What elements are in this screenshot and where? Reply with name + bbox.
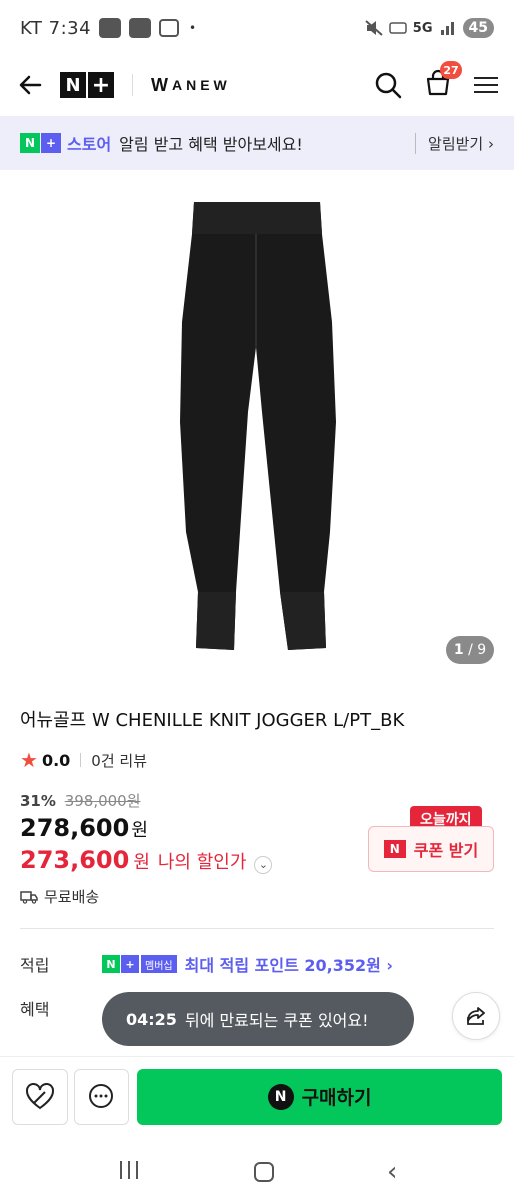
alarm-subscribe-link[interactable]: 알림받기 ›	[415, 132, 494, 154]
get-coupon-button[interactable]: N 쿠폰 받기	[368, 826, 494, 872]
system-back-icon[interactable]: ‹	[387, 1157, 397, 1187]
brand-name: ANEW	[172, 77, 231, 93]
signal-icon	[440, 22, 454, 35]
store-alarm-banner[interactable]: N + 스토어 알림 받고 혜택 받아보세요! 알림받기 ›	[0, 116, 514, 170]
notification-icon	[99, 18, 122, 38]
status-bar: KT 7:34 • 5G 45	[0, 0, 514, 56]
original-price: 398,000원	[64, 792, 141, 810]
status-right: 5G 45	[365, 18, 494, 38]
badge-plus: +	[41, 133, 61, 153]
section-divider	[20, 928, 494, 929]
mute-icon	[365, 20, 383, 36]
naver-plus-badge: N +	[20, 133, 61, 153]
brand-mark: W	[151, 74, 168, 95]
image-current: 1	[453, 642, 464, 658]
review-count: 0건 리뷰	[91, 751, 147, 770]
chat-bubble-icon	[89, 1083, 114, 1108]
search-icon[interactable]	[374, 71, 402, 99]
benefit-label: 혜택	[20, 1000, 50, 1019]
rating-separator	[80, 753, 82, 767]
bottom-action-bar: N 구매하기	[0, 1056, 514, 1136]
buy-button[interactable]: N 구매하기	[137, 1068, 502, 1125]
image-counter: 1 / 9	[446, 636, 494, 664]
more-notifications-dot: •	[189, 21, 197, 35]
star-icon: ★	[20, 748, 38, 772]
chevron-down-icon: ⌄	[254, 856, 273, 874]
rating-row[interactable]: ★ 0.0 0건 리뷰	[20, 748, 147, 772]
points-row[interactable]: 적립 N + 멤버십 최대 적립 포인트 20,352원 ›	[20, 952, 494, 976]
toast-message: 뒤에 만료되는 쿠폰 있어요!	[184, 1011, 369, 1030]
naver-n-icon: N	[383, 840, 406, 858]
eats-app-icon	[129, 18, 152, 38]
price-unit: 원	[131, 820, 148, 841]
hamburger-menu-icon[interactable]	[474, 72, 498, 98]
product-image[interactable]	[0, 172, 514, 680]
rating-score: 0.0	[41, 750, 71, 770]
cart-button[interactable]: 27	[424, 61, 462, 101]
shipping-info: 무료배송	[20, 886, 99, 907]
screenshot-icon	[159, 19, 180, 37]
my-price-value: 273,600	[20, 846, 130, 874]
store-name: 스토어	[67, 135, 112, 154]
my-discount-price[interactable]: 273,600 원 나의 할인가 ⌄	[20, 846, 273, 874]
home-icon[interactable]	[253, 1162, 274, 1182]
carrier-time: KT 7:34	[20, 17, 92, 39]
max-points-text: 최대 적립 포인트 20,352원 ›	[184, 956, 393, 975]
buy-button-label: 구매하기	[301, 1087, 372, 1109]
talk-button[interactable]	[73, 1068, 130, 1125]
banner-message: 알림 받고 혜택 받아보세요!	[119, 135, 303, 154]
naver-plus-logo[interactable]: N +	[60, 71, 114, 99]
coupon-expiry-toast: 04:25 뒤에 만료되는 쿠폰 있어요!	[102, 992, 414, 1046]
jogger-pants-image	[180, 202, 336, 650]
share-button[interactable]	[452, 992, 500, 1040]
price-value: 278,600	[20, 814, 130, 842]
share-icon	[467, 1007, 485, 1025]
naver-pay-icon: N	[267, 1083, 294, 1110]
cart-count-badge: 27	[440, 61, 462, 79]
points-label: 적립	[20, 956, 50, 975]
recent-apps-icon[interactable]	[117, 1161, 141, 1183]
logo-n: N	[60, 72, 86, 98]
badge-n: N	[20, 133, 40, 153]
discount-row: 31% 398,000원	[20, 790, 141, 811]
top-header: N + W ANEW 27	[0, 56, 514, 114]
battery-level: 45	[462, 18, 494, 38]
my-price-label: 나의 할인가	[157, 852, 247, 873]
wishlist-button[interactable]	[12, 1068, 68, 1125]
hd-icon	[389, 22, 407, 34]
shipping-label: 무료배송	[44, 888, 100, 906]
heart-icon	[25, 1082, 54, 1109]
coupon-button-label: 쿠폰 받기	[413, 841, 479, 860]
points-badge-n: N	[102, 955, 120, 973]
discount-rate: 31%	[20, 792, 56, 810]
truck-icon	[20, 890, 38, 904]
sale-price: 278,600 원	[20, 814, 148, 842]
header-actions: 27	[374, 61, 498, 101]
product-title: 어뉴골프 W CHENILLE KNIT JOGGER L/PT_BK	[20, 710, 405, 731]
back-arrow-icon[interactable]	[16, 70, 46, 100]
membership-badge: 멤버십	[141, 955, 177, 973]
my-price-unit: 원	[133, 852, 150, 873]
points-badge-plus: +	[121, 955, 139, 973]
logo-plus: +	[88, 72, 114, 98]
brand-logo[interactable]: W ANEW	[151, 75, 231, 96]
system-nav-bar: ‹	[0, 1144, 514, 1200]
naver-plus-small-badge: N +	[102, 955, 139, 973]
image-total: / 9	[468, 642, 487, 658]
network-label: 5G	[412, 20, 433, 36]
header-divider	[132, 74, 133, 96]
toast-countdown: 04:25	[126, 1009, 177, 1029]
